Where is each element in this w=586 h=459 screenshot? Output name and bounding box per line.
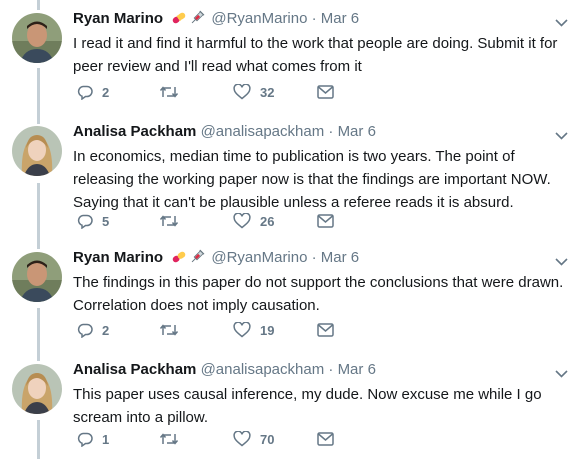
tweet-header: Analisa Packham @analisapackham · Mar 6 <box>73 122 376 142</box>
syringe-icon <box>189 249 205 271</box>
heart-icon <box>233 84 251 100</box>
chevron-down-icon[interactable] <box>555 365 568 383</box>
tweet-date[interactable]: Mar 6 <box>321 10 359 27</box>
heart-icon <box>233 431 251 447</box>
direct-message-button[interactable] <box>317 429 334 449</box>
retweet-icon <box>159 322 179 338</box>
like-button[interactable]: 70 <box>233 429 274 449</box>
chevron-down-icon[interactable] <box>555 127 568 145</box>
direct-message-button[interactable] <box>317 82 334 102</box>
pill-icon <box>171 249 187 271</box>
tweet[interactable]: Ryan Marino @RyanMarino · Mar 6 The find… <box>0 239 586 349</box>
retweet-button[interactable] <box>159 320 188 340</box>
reply-count: 2 <box>102 84 110 100</box>
reply-icon <box>77 431 93 447</box>
separator: · <box>311 249 317 266</box>
like-count: 19 <box>260 322 275 338</box>
like-count: 26 <box>260 213 275 229</box>
tweet-text: In economics, median time to publication… <box>73 148 551 211</box>
tweet[interactable]: Analisa Packham @analisapackham · Mar 6 … <box>0 113 586 237</box>
reply-icon <box>77 322 93 338</box>
tweet[interactable]: Ryan Marino @RyanMarino · Mar 6 I read i… <box>0 0 586 112</box>
envelope-icon <box>317 432 334 446</box>
like-count: 32 <box>260 84 275 100</box>
retweet-icon <box>159 431 179 447</box>
retweet-button[interactable] <box>159 429 188 449</box>
author-handle[interactable]: @RyanMarino <box>211 249 307 266</box>
reply-count: 5 <box>102 213 110 229</box>
author-name[interactable]: Analisa Packham <box>73 123 196 140</box>
direct-message-button[interactable] <box>317 320 334 340</box>
reply-button[interactable]: 2 <box>77 82 109 102</box>
envelope-icon <box>317 214 334 228</box>
tweet[interactable]: Analisa Packham @analisapackham · Mar 6 … <box>0 351 586 459</box>
reply-button[interactable]: 5 <box>77 211 109 231</box>
tweet-date[interactable]: Mar 6 <box>321 249 359 266</box>
retweet-button[interactable] <box>159 211 188 231</box>
reply-button[interactable]: 1 <box>77 429 109 449</box>
like-button[interactable]: 19 <box>233 320 274 340</box>
chevron-down-icon[interactable] <box>555 14 568 32</box>
retweet-icon <box>159 213 179 229</box>
tweet-text: I read it and find it harmful to the wor… <box>73 35 558 75</box>
avatar-analisa-packham[interactable] <box>12 364 62 414</box>
retweet-icon <box>159 84 179 100</box>
reply-count: 2 <box>102 322 110 338</box>
envelope-icon <box>317 85 334 99</box>
tweet-actions: 5 26 <box>73 211 373 231</box>
pill-icon <box>171 10 187 32</box>
tweet-actions: 2 19 <box>73 320 373 340</box>
reply-icon <box>77 213 93 229</box>
separator: · <box>328 123 334 140</box>
tweet-date[interactable]: Mar 6 <box>338 123 376 140</box>
tweet-actions: 1 70 <box>73 429 373 449</box>
author-name[interactable]: Ryan Marino <box>73 10 163 27</box>
separator: · <box>311 10 317 27</box>
avatar-ryan-marino[interactable] <box>12 252 62 302</box>
syringe-icon <box>189 10 205 32</box>
direct-message-button[interactable] <box>317 211 334 231</box>
author-name[interactable]: Analisa Packham <box>73 361 196 378</box>
avatar-ryan-marino[interactable] <box>12 13 62 63</box>
like-button[interactable]: 32 <box>233 82 274 102</box>
tweet-header: Analisa Packham @analisapackham · Mar 6 <box>73 360 376 380</box>
reply-button[interactable]: 2 <box>77 320 109 340</box>
tweet-actions: 2 32 <box>73 82 373 102</box>
tweet-text: This paper uses causal inference, my dud… <box>73 386 542 426</box>
reply-count: 1 <box>102 431 110 447</box>
tweet-text: The findings in this paper do not suppor… <box>73 274 564 314</box>
envelope-icon <box>317 323 334 337</box>
like-count: 70 <box>260 431 275 447</box>
tweet-header: Ryan Marino @RyanMarino · Mar 6 <box>73 9 359 32</box>
tweet-date[interactable]: Mar 6 <box>338 361 376 378</box>
retweet-button[interactable] <box>159 82 188 102</box>
author-handle[interactable]: @analisapackham <box>201 361 325 378</box>
chevron-down-icon[interactable] <box>555 253 568 271</box>
reply-icon <box>77 84 93 100</box>
tweet-header: Ryan Marino @RyanMarino · Mar 6 <box>73 248 359 271</box>
heart-icon <box>233 213 251 229</box>
avatar-analisa-packham[interactable] <box>12 126 62 176</box>
like-button[interactable]: 26 <box>233 211 274 231</box>
separator: · <box>328 361 334 378</box>
author-handle[interactable]: @analisapackham <box>201 123 325 140</box>
heart-icon <box>233 322 251 338</box>
author-name[interactable]: Ryan Marino <box>73 249 163 266</box>
author-handle[interactable]: @RyanMarino <box>211 10 307 27</box>
